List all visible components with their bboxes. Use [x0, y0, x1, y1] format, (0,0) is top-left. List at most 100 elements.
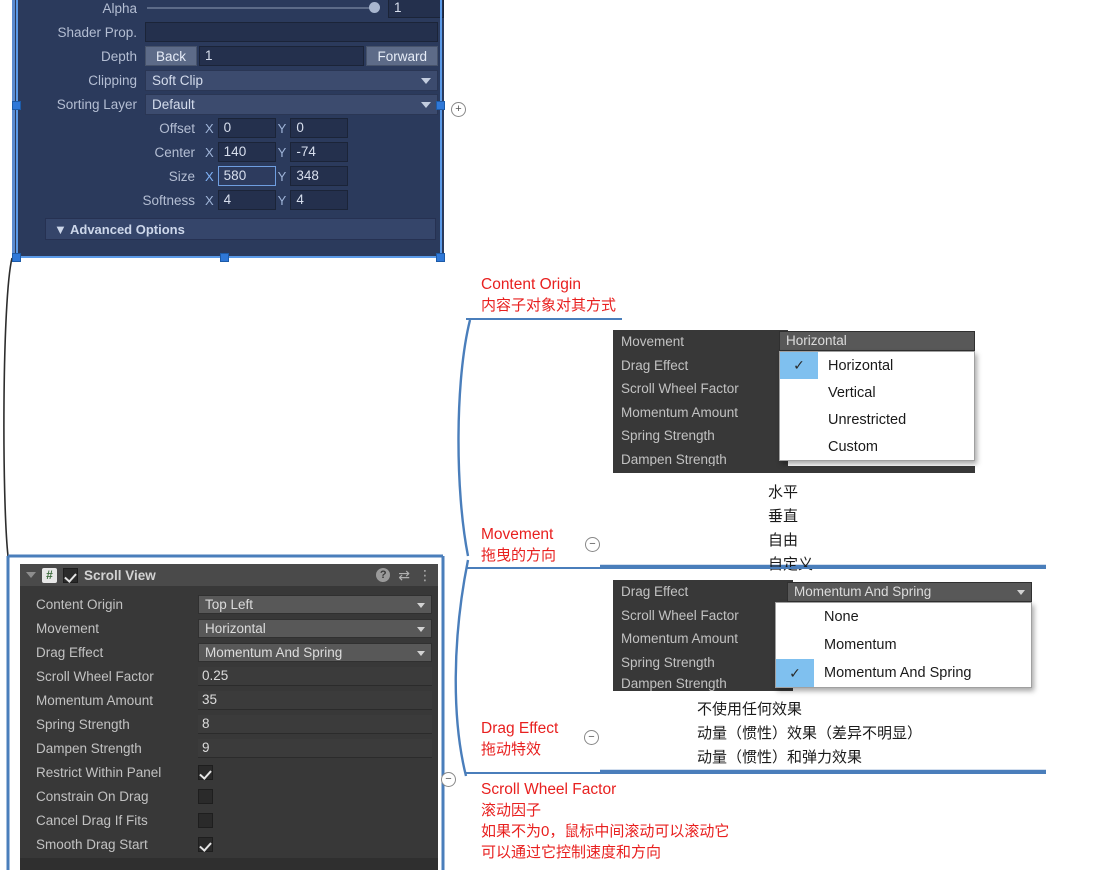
node-expand-toggle-ngui[interactable]: + [451, 102, 466, 117]
scroll-wheel-factor-input[interactable]: 0.25 [198, 666, 432, 686]
annotation-movement: Movement 拖曳的方向 [481, 524, 556, 566]
foldout-arrow-icon[interactable] [26, 572, 36, 578]
ngui-rows: Alpha 1 Shader Prop. Depth Back 1 Forwar… [15, 0, 444, 240]
annotation-cn: 拖曳的方向 [481, 547, 557, 564]
popup-item-momentum[interactable]: Momentum [776, 631, 1031, 659]
alpha-value-field[interactable]: 1 [388, 0, 444, 18]
underline-drag-effect [466, 772, 1046, 774]
shader-prop-field[interactable] [145, 22, 438, 42]
ngui-row-center[interactable]: Center X 140 Y -74 [15, 140, 444, 164]
ngui-row-sorting-layer[interactable]: Sorting Layer Default [15, 92, 444, 116]
selection-handle-right[interactable] [436, 101, 445, 110]
ngui-row-offset[interactable]: Offset X 0 Y 0 [15, 116, 444, 140]
popup-item-label: None [824, 609, 859, 625]
kebab-menu-icon[interactable]: ⋮ [418, 568, 432, 582]
movement-popup-menu[interactable]: ✓ Horizontal Vertical Unrestricted Custo… [779, 351, 975, 461]
row-cancel-drag-if-fits[interactable]: Cancel Drag If Fits [20, 808, 438, 832]
row-restrict-within-panel[interactable]: Restrict Within Panel [20, 760, 438, 784]
popup-item-none[interactable]: None [776, 603, 1031, 631]
selection-handle-left[interactable] [12, 101, 21, 110]
center-y-field[interactable]: -74 [290, 142, 349, 162]
ngui-row-alpha[interactable]: Alpha 1 [15, 0, 444, 20]
selection-handle-bottom-left[interactable] [12, 253, 21, 262]
clipping-dropdown[interactable]: Soft Clip [145, 69, 438, 91]
ngui-label-softness: Softness [142, 192, 195, 208]
underline-movement [466, 567, 1046, 569]
alpha-slider[interactable] [145, 0, 384, 18]
advanced-options-foldout[interactable]: ▼ Advanced Options [45, 218, 436, 240]
node-collapse-toggle-movement[interactable]: − [585, 537, 600, 552]
drag-effect-dropdown[interactable]: Momentum And Spring [198, 642, 432, 662]
ngui-row-clipping[interactable]: Clipping Soft Clip [15, 68, 444, 92]
depth-back-button[interactable]: Back [145, 46, 198, 66]
center-x-field[interactable]: 140 [217, 142, 276, 162]
row-movement[interactable]: Movement Horizontal [20, 616, 438, 640]
movement-value: Horizontal [205, 620, 266, 636]
row-drag-effect[interactable]: Drag Effect Momentum And Spring [20, 640, 438, 664]
ngui-row-size[interactable]: Size X 580 Y 348 [15, 164, 444, 188]
content-origin-dropdown[interactable]: Top Left [198, 594, 432, 614]
movement-popup-backdrop: Movement Drag Effect Scroll Wheel Factor… [613, 330, 788, 471]
annotation-en: Scroll Wheel Factor [481, 781, 617, 798]
selection-handle-bottom-right[interactable] [436, 253, 445, 262]
restrict-within-panel-checkbox[interactable] [198, 764, 213, 780]
row-constrain-on-drag[interactable]: Constrain On Drag [20, 784, 438, 808]
drag-effect-popup-menu[interactable]: None Momentum ✓ Momentum And Spring [775, 602, 1032, 688]
row-dampen-strength[interactable]: Dampen Strength 9 [20, 736, 438, 760]
ngui-row-depth[interactable]: Depth Back 1 Forward [15, 44, 444, 68]
backdrop-label: Drag Effect [621, 357, 689, 373]
softness-y-field[interactable]: 4 [290, 190, 349, 210]
preset-icon[interactable]: ⇄ [398, 568, 410, 582]
depth-forward-button[interactable]: Forward [366, 46, 438, 66]
annotation-en: Movement [481, 526, 554, 543]
size-y-field[interactable]: 348 [290, 166, 349, 186]
row-momentum-amount[interactable]: Momentum Amount 35 [20, 688, 438, 712]
center-x-label: X [205, 144, 214, 160]
softness-x-label: X [205, 192, 214, 208]
spring-strength-input[interactable]: 8 [198, 714, 432, 734]
help-icon[interactable]: ? [376, 568, 391, 582]
scroll-view-header[interactable]: # Scroll View ? ⇄ ⋮ [20, 564, 438, 586]
node-collapse-toggle-drag-effect[interactable]: − [584, 730, 599, 745]
movement-dropdown[interactable]: Horizontal [198, 618, 432, 638]
popup-item-unrestricted[interactable]: Unrestricted [780, 406, 974, 433]
offset-x-field[interactable]: 0 [217, 118, 276, 138]
row-scroll-wheel-factor[interactable]: Scroll Wheel Factor 0.25 [20, 664, 438, 688]
selection-handle-bottom-center[interactable] [220, 253, 229, 262]
row-spring-strength[interactable]: Spring Strength 8 [20, 712, 438, 736]
popup-item-custom[interactable]: Custom [780, 433, 974, 460]
drag-effect-dropdown-field[interactable]: Momentum And Spring [787, 582, 1032, 602]
selection-edge-left [16, 0, 18, 258]
translation-horizontal: 水平 [768, 484, 799, 501]
smooth-drag-start-checkbox[interactable] [198, 836, 213, 852]
slider-knob[interactable] [369, 2, 380, 13]
sorting-layer-dropdown[interactable]: Default [145, 93, 438, 115]
backdrop-row-drag-effect: Drag Effect [613, 354, 788, 378]
backdrop-row-drag-effect: Drag Effect [613, 580, 793, 604]
movement-dropdown-field[interactable]: Horizontal [779, 331, 975, 351]
drag-effect-value: Momentum And Spring [205, 644, 343, 660]
popup-item-horizontal[interactable]: ✓ Horizontal [780, 352, 974, 379]
row-content-origin[interactable]: Content Origin Top Left [20, 592, 438, 616]
size-x-field[interactable]: 580 [217, 166, 276, 186]
size-y-label: Y [277, 168, 287, 184]
momentum-amount-input[interactable]: 35 [198, 690, 432, 710]
ngui-label-center: Center [154, 144, 195, 160]
constrain-on-drag-checkbox[interactable] [198, 788, 213, 804]
ngui-label-offset: Offset [159, 120, 195, 136]
component-enabled-checkbox[interactable] [63, 567, 78, 583]
popup-item-momentum-and-spring[interactable]: ✓ Momentum And Spring [776, 659, 1031, 687]
popup-item-vertical[interactable]: Vertical [780, 379, 974, 406]
offset-y-label: Y [277, 120, 287, 136]
depth-value-field[interactable]: 1 [199, 46, 365, 66]
mindmap-canvas: Alpha 1 Shader Prop. Depth Back 1 Forwar… [0, 0, 1119, 870]
row-smooth-drag-start[interactable]: Smooth Drag Start [20, 832, 438, 856]
offset-y-field[interactable]: 0 [290, 118, 349, 138]
node-collapse-toggle-scroll-wheel-factor[interactable]: − [441, 772, 456, 787]
ngui-row-shader-prop[interactable]: Shader Prop. [15, 20, 444, 44]
ngui-panel-inspector: Alpha 1 Shader Prop. Depth Back 1 Forwar… [12, 0, 444, 258]
dampen-strength-input[interactable]: 9 [198, 738, 432, 758]
cancel-drag-if-fits-checkbox[interactable] [198, 812, 213, 828]
softness-x-field[interactable]: 4 [217, 190, 276, 210]
ngui-row-softness[interactable]: Softness X 4 Y 4 [15, 188, 444, 212]
